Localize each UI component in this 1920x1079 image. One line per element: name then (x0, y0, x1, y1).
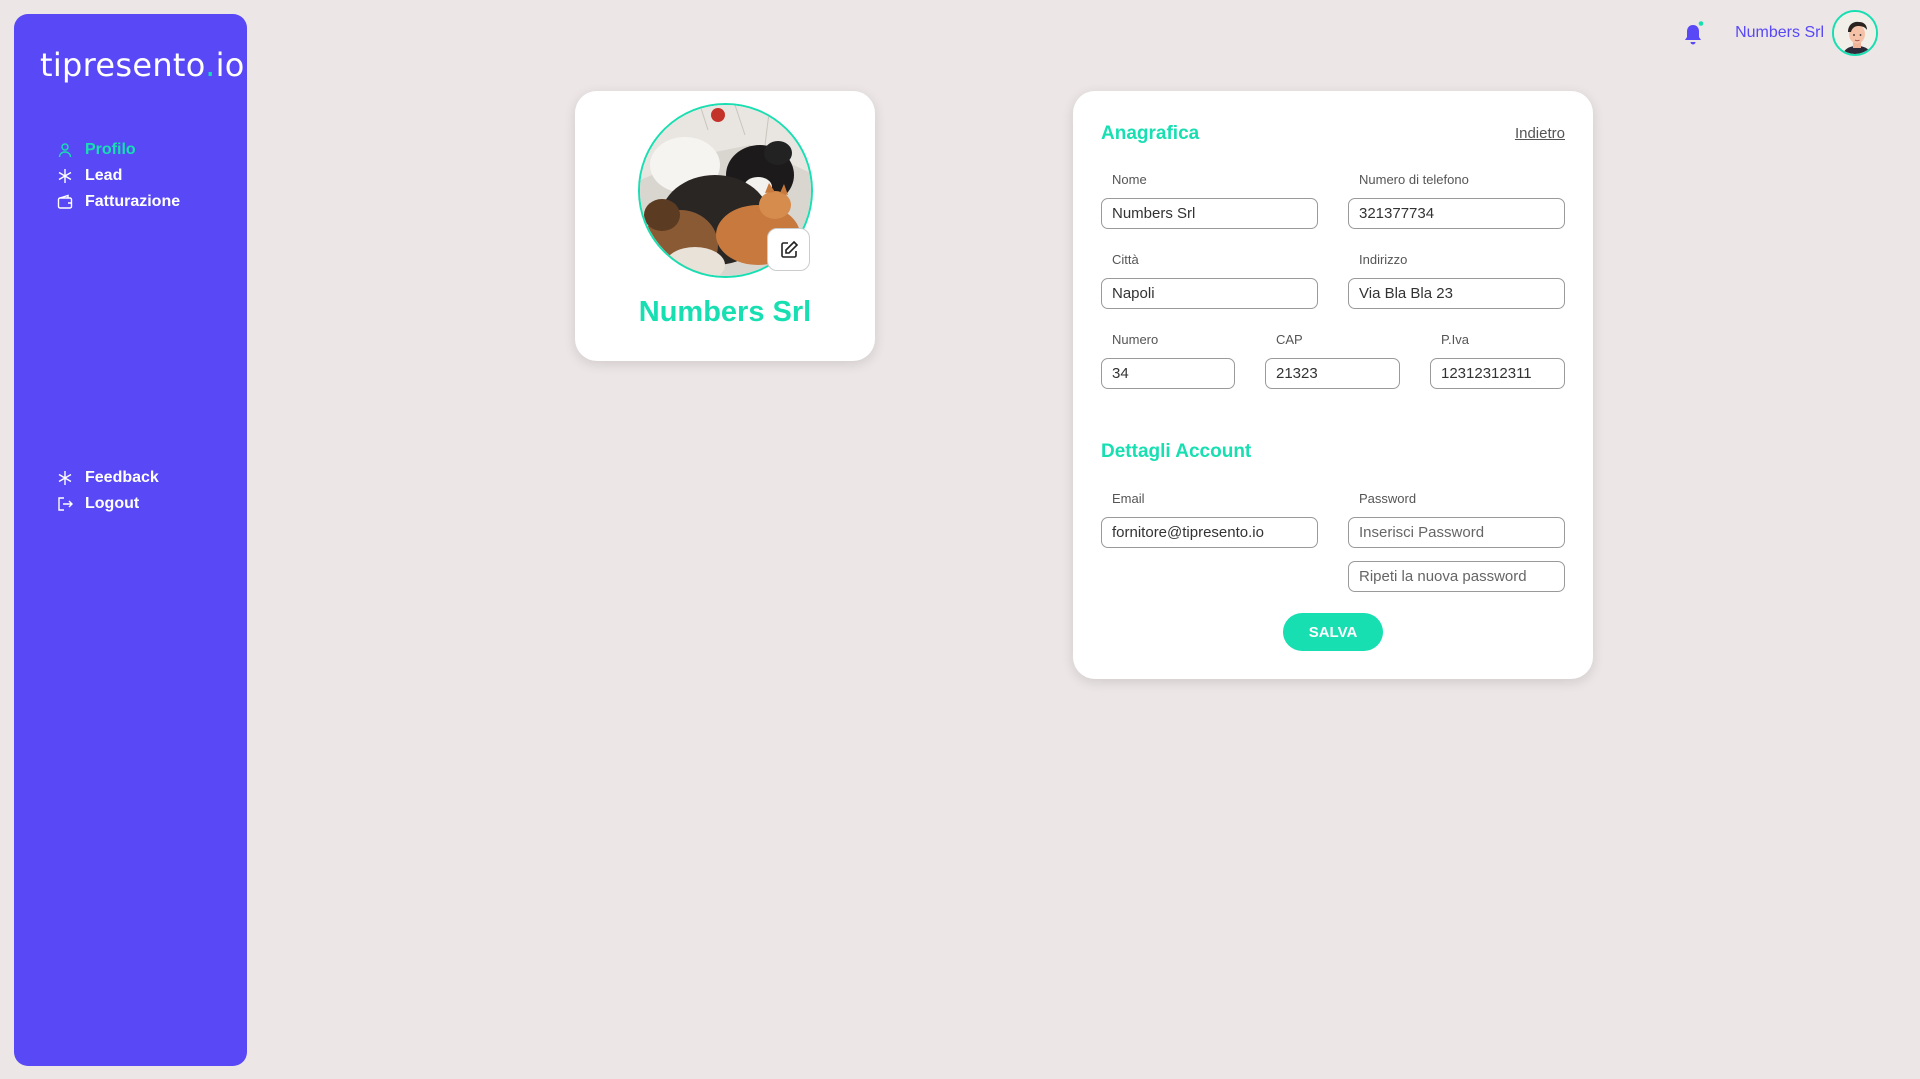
avatar-illustration (1834, 12, 1876, 54)
cap-label: CAP (1276, 332, 1303, 347)
avatar (1832, 10, 1878, 56)
user-icon (58, 143, 72, 158)
logout-icon (58, 497, 73, 511)
sidebar-nav-secondary: Feedback Logout (57, 465, 159, 517)
sidebar: tipresento.io Profilo Lead Fatturazione … (14, 14, 247, 1066)
numero-input[interactable] (1101, 358, 1235, 389)
sidebar-item-lead[interactable]: Lead (57, 163, 180, 189)
sidebar-item-feedback[interactable]: Feedback (57, 465, 159, 491)
sidebar-item-label: Fatturazione (85, 193, 181, 210)
profile-card: Numbers Srl (575, 91, 875, 361)
sidebar-item-logout[interactable]: Logout (57, 491, 159, 517)
user-name: Numbers Srl (1735, 24, 1824, 41)
piva-input[interactable] (1430, 358, 1565, 389)
logo[interactable]: tipresento.io (40, 46, 245, 84)
citta-label: Città (1112, 252, 1139, 267)
indirizzo-label: Indirizzo (1359, 252, 1408, 267)
repeat-password-input[interactable] (1348, 561, 1565, 592)
sidebar-nav-main: Profilo Lead Fatturazione (57, 137, 180, 215)
profile-form-card: Anagrafica Indietro Nome Numero di telef… (1073, 91, 1593, 679)
password-input[interactable] (1348, 517, 1565, 548)
logo-dot: . (205, 46, 216, 84)
sidebar-item-label: Feedback (85, 469, 159, 486)
edit-photo-button[interactable] (767, 228, 810, 271)
edit-icon (780, 240, 798, 258)
nome-input[interactable] (1101, 198, 1318, 229)
profile-name: Numbers Srl (638, 296, 812, 328)
nome-label: Nome (1112, 172, 1147, 187)
telefono-label: Numero di telefono (1359, 172, 1469, 187)
numero-label: Numero (1112, 332, 1159, 347)
back-link[interactable]: Indietro (1515, 125, 1565, 142)
logo-text: tipresento (40, 46, 206, 84)
sidebar-item-label: Profilo (85, 141, 136, 158)
citta-input[interactable] (1101, 278, 1318, 309)
password-label: Password (1359, 491, 1417, 506)
sidebar-item-fatturazione[interactable]: Fatturazione (57, 189, 180, 215)
anagrafica-title: Anagrafica (1101, 123, 1200, 144)
sidebar-item-label: Logout (85, 495, 140, 512)
telefono-input[interactable] (1348, 198, 1565, 229)
sidebar-item-profilo[interactable]: Profilo (57, 137, 180, 163)
account-title: Dettagli Account (1101, 441, 1252, 462)
save-button[interactable]: SALVA (1283, 613, 1383, 651)
bell-icon[interactable] (1681, 21, 1705, 47)
notification-dot (1698, 21, 1704, 26)
piva-label: P.Iva (1441, 332, 1469, 347)
sidebar-item-label: Lead (85, 167, 123, 184)
indirizzo-input[interactable] (1348, 278, 1565, 309)
wallet-icon (57, 194, 73, 209)
cap-input[interactable] (1265, 358, 1400, 389)
email-input[interactable] (1101, 517, 1318, 548)
snowflake-icon (58, 169, 72, 183)
snowflake-icon (58, 471, 72, 485)
email-label: Email (1112, 491, 1145, 506)
logo-tld: io (215, 46, 245, 84)
user-menu[interactable]: Numbers Srl (1735, 10, 1878, 56)
